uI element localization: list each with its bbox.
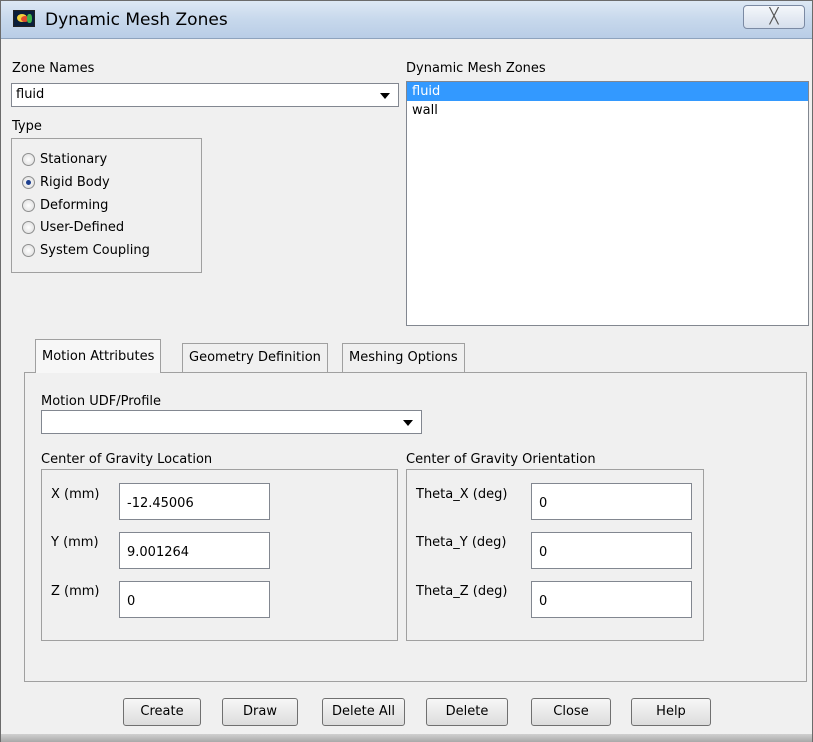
motion-attributes-panel: Motion UDF/Profile Center of Gravity Loc…: [24, 372, 807, 682]
window-bottom-edge: [1, 734, 812, 742]
tab-motion-attributes[interactable]: Motion Attributes: [35, 339, 162, 373]
z-mm-input[interactable]: 0: [119, 581, 270, 618]
cg-location-group: X (mm) -12.45006 Y (mm) 9.001264 Z (mm) …: [41, 469, 398, 641]
theta-z-input[interactable]: 0: [531, 581, 692, 618]
radio-deforming[interactable]: Deforming: [22, 194, 108, 216]
radio-button-selected[interactable]: [22, 175, 35, 189]
radio-user-defined[interactable]: User-Defined: [22, 216, 124, 238]
radio-label: System Coupling: [40, 242, 150, 258]
dynamic-mesh-zones-label: Dynamic Mesh Zones: [406, 61, 546, 76]
zone-names-label: Zone Names: [12, 61, 95, 76]
motion-udf-dropdown[interactable]: [41, 410, 422, 434]
radio-label: Stationary: [40, 151, 108, 167]
chevron-down-icon: [403, 420, 413, 426]
dynamic-mesh-zones-dialog: Dynamic Mesh Zones ╳ Zone Names fluid Ty…: [0, 0, 813, 742]
radio-button[interactable]: [22, 198, 35, 212]
type-label: Type: [12, 119, 42, 134]
tab-meshing-options[interactable]: Meshing Options: [342, 343, 465, 373]
theta-x-label: Theta_X (deg): [416, 487, 508, 502]
list-item-wall[interactable]: wall: [407, 101, 808, 120]
window-title: Dynamic Mesh Zones: [45, 10, 228, 30]
theta-x-input[interactable]: 0: [531, 483, 692, 520]
theta-x-value: 0: [539, 496, 548, 511]
y-mm-input[interactable]: 9.001264: [119, 532, 270, 569]
chevron-down-icon: [380, 93, 390, 99]
create-button[interactable]: Create: [123, 698, 201, 726]
radio-rigid-body[interactable]: Rigid Body: [22, 171, 110, 193]
delete-all-button[interactable]: Delete All: [322, 698, 405, 726]
cg-location-label: Center of Gravity Location: [41, 452, 213, 467]
app-icon: [13, 10, 35, 27]
theta-y-value: 0: [539, 545, 548, 560]
radio-system-coupling[interactable]: System Coupling: [22, 239, 150, 261]
y-mm-value: 9.001264: [127, 545, 190, 560]
tab-geometry-definition[interactable]: Geometry Definition: [182, 343, 328, 373]
cg-orientation-label: Center of Gravity Orientation: [406, 452, 596, 467]
radio-label: Deforming: [40, 197, 109, 213]
list-item-fluid[interactable]: fluid: [407, 82, 808, 101]
x-mm-label: X (mm): [51, 487, 100, 502]
draw-button[interactable]: Draw: [222, 698, 298, 726]
type-group: Stationary Rigid Body Deforming User-Def…: [11, 138, 202, 273]
close-button[interactable]: Close: [531, 698, 611, 726]
title-bar: Dynamic Mesh Zones ╳: [1, 1, 812, 39]
zone-names-dropdown[interactable]: fluid: [11, 83, 399, 107]
theta-y-input[interactable]: 0: [531, 532, 692, 569]
z-mm-label: Z (mm): [51, 584, 100, 599]
radio-button[interactable]: [22, 220, 35, 234]
cg-orientation-group: Theta_X (deg) 0 Theta_Y (deg) 0 Theta_Z …: [406, 469, 704, 641]
dynamic-mesh-zones-list[interactable]: fluid wall: [406, 81, 809, 326]
close-icon: ╳: [769, 7, 779, 25]
help-button[interactable]: Help: [631, 698, 711, 726]
motion-udf-label: Motion UDF/Profile: [41, 394, 162, 409]
theta-z-value: 0: [539, 594, 548, 609]
y-mm-label: Y (mm): [51, 535, 99, 550]
z-mm-value: 0: [127, 594, 136, 609]
close-window-button[interactable]: ╳: [743, 5, 805, 29]
radio-label: User-Defined: [40, 219, 125, 235]
zone-names-value: fluid: [16, 87, 45, 102]
theta-y-label: Theta_Y (deg): [416, 535, 507, 550]
theta-z-label: Theta_Z (deg): [416, 584, 508, 599]
x-mm-input[interactable]: -12.45006: [119, 483, 270, 520]
radio-button[interactable]: [22, 243, 35, 257]
radio-label: Rigid Body: [40, 174, 110, 190]
x-mm-value: -12.45006: [127, 496, 194, 511]
radio-stationary[interactable]: Stationary: [22, 148, 107, 170]
radio-button[interactable]: [22, 152, 35, 166]
delete-button[interactable]: Delete: [426, 698, 508, 726]
